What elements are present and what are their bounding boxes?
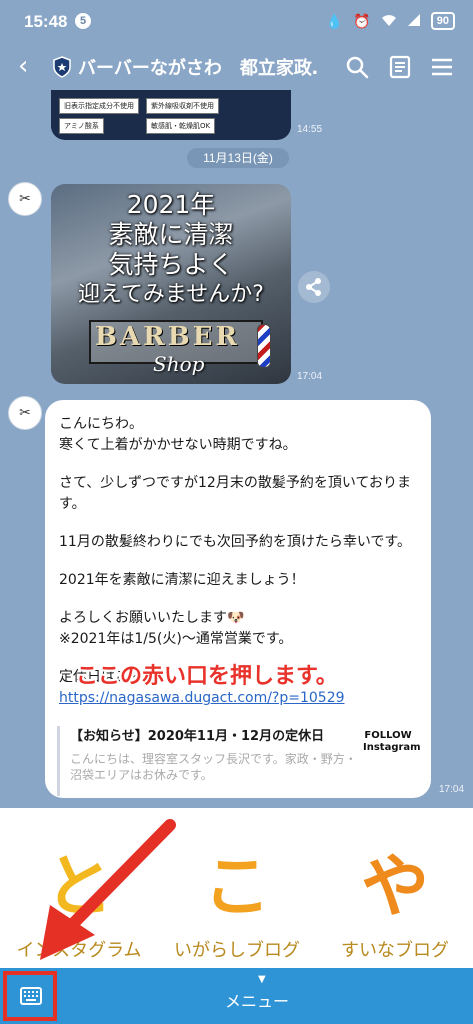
bottom-bar: ▼ メニュー	[0, 968, 473, 1024]
rich-menu-igarashi-blog[interactable]: こ いがらしブログ	[158, 808, 316, 968]
menu-icon[interactable]	[429, 54, 455, 80]
chevron-left-icon[interactable]: ‹	[18, 52, 28, 80]
barber-logo-sub: Shop	[153, 352, 205, 376]
status-icons: 💧 ⏰ 90	[326, 12, 455, 30]
barber-logo-text: BARBER	[95, 322, 241, 352]
image-message[interactable]: 2021年 素敵に清潔 気持ちよく 迎えてみませんか? BARBER Shop	[51, 184, 291, 384]
status-bar: 15:48 5 💧 ⏰ 90	[0, 0, 473, 44]
rich-menu-glyph: や	[360, 848, 429, 927]
status-time: 15:48	[24, 12, 68, 31]
chat-area[interactable]: 旧表示指定成分不使用 紫外線吸収剤不使用 アミノ酸系 敏感肌・乾燥肌OK 14:…	[0, 90, 473, 808]
text-message[interactable]: こんにちわ。 寒くて上着がかかせない時期ですね。 さて、少しずつですが12月末の…	[45, 400, 431, 798]
menu-arrow-icon: ▼	[258, 974, 266, 985]
wifi-icon	[381, 13, 397, 30]
rich-menu-instagram[interactable]: と インスタグラム	[0, 808, 158, 968]
product-tag: 紫外線吸収剤不使用	[146, 98, 219, 114]
image-text-line: 迎えてみませんか?	[78, 282, 264, 307]
alarm-icon: ⏰	[353, 12, 371, 29]
annotation-note: ここの赤い口を押します。	[76, 664, 338, 689]
previous-image-message[interactable]: 旧表示指定成分不使用 紫外線吸収剤不使用 アミノ酸系 敏感肌・乾燥肌OK	[51, 90, 291, 140]
link-url[interactable]: https://nagasawa.dugact.com/?p=10529	[59, 690, 345, 706]
image-text-line: 気持ちよく	[108, 250, 234, 279]
note-icon[interactable]	[387, 54, 413, 80]
product-tag: 敏感肌・乾燥肌OK	[146, 118, 216, 134]
share-icon[interactable]	[298, 271, 330, 303]
drop-icon: 💧	[325, 12, 344, 29]
barber-pole-icon	[257, 324, 271, 368]
message-paragraph: こんにちわ。 寒くて上着がかかせない時期ですね。	[59, 416, 297, 453]
avatar[interactable]: ✂	[8, 182, 42, 216]
rich-menu-suina-blog[interactable]: や すいなブログ	[316, 808, 473, 968]
rich-menu-label: インスタグラム	[16, 940, 142, 961]
message-time: 17:04	[439, 784, 465, 795]
keyboard-toggle-button[interactable]	[3, 971, 57, 1021]
product-tag: 旧表示指定成分不使用	[59, 98, 139, 114]
image-text-line: 2021年	[126, 190, 216, 219]
chat-header: ‹ バーバーながさわ 都立家政…	[0, 44, 473, 90]
battery-indicator: 90	[430, 12, 455, 30]
search-icon[interactable]	[344, 54, 370, 80]
signal-icon	[407, 13, 421, 30]
rich-menu-glyph: と	[44, 848, 113, 927]
rich-menu: と インスタグラム こ いがらしブログ や すいなブログ	[0, 808, 473, 968]
menu-toggle-button[interactable]: メニュー	[225, 988, 289, 1012]
message-paragraph: 11月の散髪終わりにでも次回予約を頂けたら幸いです。	[59, 534, 411, 550]
message-paragraph: さて、少しずつですが12月末の散髪予約を頂いております。	[59, 475, 411, 512]
rich-menu-glyph: こ	[202, 848, 271, 927]
avatar[interactable]: ✂	[8, 396, 42, 430]
keyboard-icon	[20, 987, 42, 1005]
image-text-line: 素敵に清潔	[108, 220, 234, 249]
message-paragraph: 2021年を素敵に清潔に迎えましょう！	[59, 572, 305, 588]
instagram-logo: FOLLOW Instagram	[363, 730, 421, 753]
product-tag: アミノ酸系	[59, 118, 104, 134]
chat-title: バーバーながさわ 都立家政…	[78, 58, 318, 79]
date-separator: 11月13日(金)	[187, 148, 289, 168]
shield-icon	[53, 56, 71, 78]
message-time: 17:04	[297, 371, 323, 382]
link-card-description: こんにちは、理容室スタッフ長沢です。家政・野方・沼袋エリアはお休みです。	[70, 752, 357, 782]
rich-menu-label: いがらしブログ	[174, 940, 300, 961]
rich-menu-label: すいなブログ	[341, 940, 449, 961]
message-time: 14:55	[297, 124, 323, 135]
notification-badge: 5	[75, 13, 91, 29]
link-preview-card[interactable]: 【お知らせ】2020年11月・12月の定休日 こんにちは、理容室スタッフ長沢です…	[57, 726, 421, 796]
message-paragraph: よろしくお願いいたします🐶 ※2021年は1/5(火)〜通常営業です。	[59, 610, 293, 647]
